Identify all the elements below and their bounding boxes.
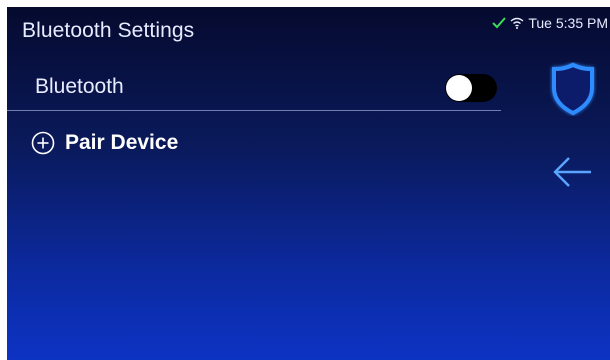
bluetooth-toggle[interactable] [445, 74, 497, 102]
back-button[interactable] [551, 154, 593, 190]
bluetooth-label: Bluetooth [35, 75, 124, 98]
screen: Bluetooth Settings Tue 5:35 PM Bluetooth… [7, 7, 610, 360]
toggle-knob [446, 75, 472, 101]
plus-circle-icon [31, 131, 55, 155]
checkmark-icon [492, 17, 507, 29]
shield-icon [552, 62, 594, 116]
divider [7, 110, 501, 111]
wifi-icon [510, 17, 524, 29]
status-time: Tue 5:35 PM [528, 15, 608, 31]
bluetooth-row: Bluetooth [7, 69, 501, 111]
pair-device-button[interactable]: Pair Device [31, 131, 178, 155]
back-arrow-icon [553, 157, 591, 187]
page-title: Bluetooth Settings [22, 19, 195, 42]
shield-button[interactable] [549, 62, 597, 116]
pair-device-label: Pair Device [65, 131, 179, 154]
status-bar: Tue 5:35 PM [492, 15, 608, 31]
